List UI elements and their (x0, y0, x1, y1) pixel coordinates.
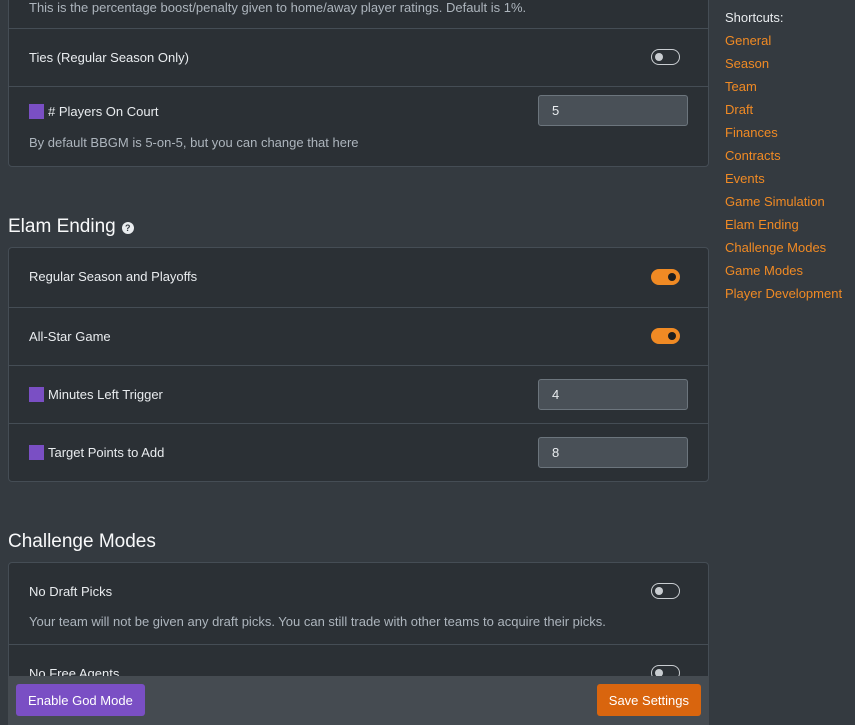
shortcut-player-development[interactable]: Player Development (725, 286, 842, 309)
elam-regular-season-row: Regular Season and Playoffs (9, 248, 708, 307)
no-draft-picks-description: Your team will not be given any draft pi… (29, 614, 606, 629)
players-on-court-label-wrap: # Players On Court (29, 104, 159, 119)
elam-all-star-toggle[interactable] (651, 328, 680, 344)
shortcuts-nav: Shortcuts: General Season Team Draft Fin… (725, 10, 842, 309)
toggle-knob (655, 53, 663, 61)
toggle-knob (655, 587, 663, 595)
god-mode-indicator-icon (29, 445, 44, 460)
game-simulation-card: This is the percentage boost/penalty giv… (8, 0, 709, 167)
shortcut-draft[interactable]: Draft (725, 102, 842, 125)
players-on-court-input[interactable] (538, 95, 688, 126)
home-court-description: This is the percentage boost/penalty giv… (29, 0, 527, 15)
challenge-modes-title: Challenge Modes (8, 531, 156, 552)
elam-minutes-trigger-row: Minutes Left Trigger (9, 365, 708, 423)
shortcut-challenge-modes[interactable]: Challenge Modes (725, 240, 842, 263)
ties-label: Ties (Regular Season Only) (29, 50, 189, 65)
elam-all-star-label: All-Star Game (29, 329, 111, 344)
god-mode-indicator-icon (29, 104, 44, 119)
shortcut-finances[interactable]: Finances (725, 125, 842, 148)
ties-toggle[interactable] (651, 49, 680, 65)
elam-target-points-input[interactable] (538, 437, 688, 468)
shortcuts-heading: Shortcuts: (725, 10, 784, 25)
save-settings-button[interactable]: Save Settings (596, 684, 701, 716)
shortcut-events[interactable]: Events (725, 171, 842, 194)
elam-ending-heading: Elam Ending ? (8, 216, 134, 238)
shortcut-elam-ending[interactable]: Elam Ending (725, 217, 842, 240)
shortcut-contracts[interactable]: Contracts (725, 148, 842, 171)
elam-target-points-row: Target Points to Add (9, 423, 708, 481)
god-mode-indicator-icon (29, 387, 44, 402)
shortcut-season[interactable]: Season (725, 56, 842, 79)
elam-target-points-label-wrap: Target Points to Add (29, 445, 164, 460)
players-on-court-row: # Players On Court By default BBGM is 5-… (9, 86, 708, 167)
players-on-court-description: By default BBGM is 5-on-5, but you can c… (29, 135, 359, 150)
toggle-knob (668, 332, 676, 340)
home-court-row: This is the percentage boost/penalty giv… (9, 0, 708, 28)
elam-minutes-trigger-label: Minutes Left Trigger (48, 387, 163, 402)
no-draft-picks-toggle[interactable] (651, 583, 680, 599)
shortcut-game-modes[interactable]: Game Modes (725, 263, 842, 286)
elam-ending-title: Elam Ending (8, 216, 116, 237)
help-icon[interactable]: ? (121, 222, 134, 234)
elam-minutes-trigger-label-wrap: Minutes Left Trigger (29, 387, 163, 402)
shortcut-general[interactable]: General (725, 33, 842, 56)
elam-target-points-label: Target Points to Add (48, 445, 165, 460)
shortcut-team[interactable]: Team (725, 79, 842, 102)
elam-regular-season-toggle[interactable] (651, 269, 680, 285)
elam-regular-season-label: Regular Season and Playoffs (29, 269, 198, 284)
challenge-modes-heading: Challenge Modes (8, 531, 156, 553)
settings-footer: Enable God Mode Save Settings (8, 676, 709, 725)
enable-god-mode-button[interactable]: Enable God Mode (16, 684, 145, 716)
elam-all-star-row: All-Star Game (9, 307, 708, 365)
players-on-court-label: # Players On Court (48, 104, 159, 119)
toggle-knob (668, 273, 676, 281)
shortcut-game-simulation[interactable]: Game Simulation (725, 194, 842, 217)
ties-row: Ties (Regular Season Only) (9, 28, 708, 86)
elam-minutes-trigger-input[interactable] (538, 379, 688, 410)
elam-ending-card: Regular Season and Playoffs All-Star Gam… (8, 247, 709, 482)
no-draft-picks-row: No Draft Picks Your team will not be giv… (9, 563, 708, 644)
no-draft-picks-label: No Draft Picks (29, 584, 113, 599)
